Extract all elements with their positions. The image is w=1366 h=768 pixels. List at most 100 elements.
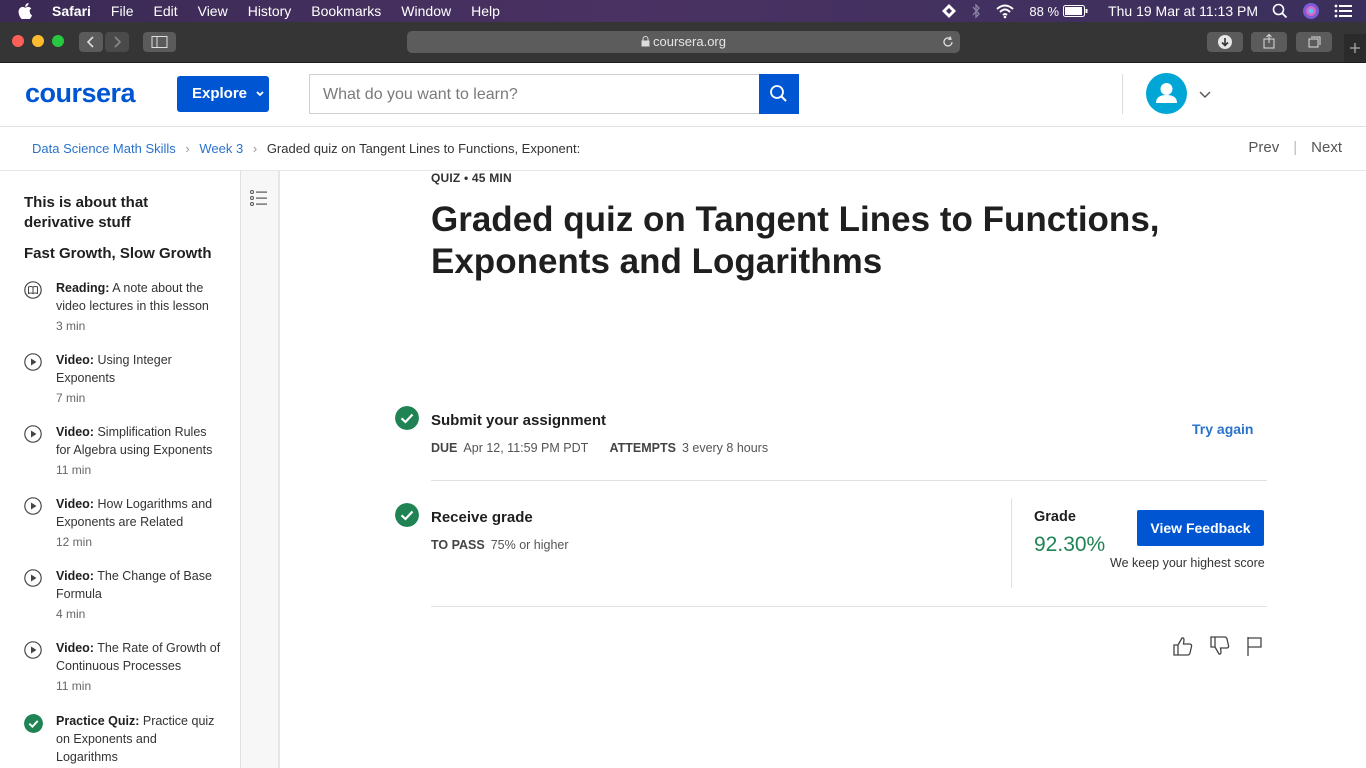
breadcrumb-week[interactable]: Week 3	[199, 141, 243, 156]
page-title: Graded quiz on Tangent Lines to Function…	[431, 200, 1160, 281]
item-type: Video:	[56, 569, 94, 583]
next-link[interactable]: Next	[1311, 139, 1342, 156]
course-sidebar: This is about that derivative stuff Fast…	[0, 171, 241, 768]
notification-center-icon[interactable]	[1334, 4, 1352, 18]
flag-icon[interactable]	[1244, 635, 1266, 657]
breadcrumb-chevron-icon: ›	[185, 141, 190, 156]
dropbox-icon[interactable]	[941, 3, 957, 19]
highest-score-note: We keep your highest score	[1110, 556, 1265, 570]
safari-toolbar: coursera.org	[0, 22, 1366, 63]
due-label: DUE	[431, 441, 458, 455]
item-type: Video:	[56, 425, 94, 439]
nav-divider: |	[1293, 139, 1298, 156]
item-type: Video:	[56, 497, 94, 511]
spotlight-search-icon[interactable]	[1272, 3, 1288, 19]
battery-percentage: 88 %	[1029, 3, 1060, 19]
submit-title: Submit your assignment	[431, 412, 607, 429]
item-duration: 4 min	[56, 607, 86, 621]
new-tab-button[interactable]	[1344, 34, 1366, 62]
forward-button[interactable]	[105, 32, 129, 52]
item-duration: 3 min	[56, 319, 86, 333]
divider	[431, 480, 1267, 481]
search-icon	[770, 85, 787, 102]
tabs-icon	[1308, 36, 1321, 48]
receive-grade-title: Receive grade	[431, 509, 533, 526]
menu-view[interactable]: View	[198, 0, 228, 22]
back-button[interactable]	[79, 32, 103, 52]
quiz-main: QUIZ • 45 MIN Graded quiz on Tangent Lin…	[280, 171, 1366, 768]
grade-label: Grade	[1034, 509, 1076, 525]
bluetooth-icon[interactable]	[971, 3, 981, 19]
header-divider	[1122, 74, 1123, 114]
sidebar-toggle-button[interactable]	[143, 32, 176, 52]
menu-app-safari[interactable]: Safari	[52, 0, 91, 22]
play-icon	[24, 569, 42, 587]
breadcrumb-chevron-icon: ›	[252, 141, 258, 156]
search-button[interactable]	[759, 74, 799, 114]
battery-icon[interactable]	[1063, 5, 1088, 17]
tab-overview-button[interactable]	[1296, 32, 1332, 52]
item-duration: 7 min	[56, 391, 86, 405]
quiz-kicker: QUIZ • 45 MIN	[431, 171, 512, 185]
item-duration: 11 min	[56, 679, 92, 693]
lock-icon	[641, 36, 650, 47]
lesson-title: This is about that derivative stuff	[24, 194, 149, 231]
item-type: Video:	[56, 353, 94, 367]
item-duration: 12 min	[56, 535, 93, 549]
view-feedback-button[interactable]: View Feedback	[1137, 510, 1264, 546]
menu-help[interactable]: Help	[471, 0, 500, 22]
to-pass-label: TO PASS	[431, 538, 485, 552]
item-type: Video:	[56, 641, 94, 655]
explore-button[interactable]: Explore	[177, 76, 269, 112]
close-window-button[interactable]	[12, 35, 24, 47]
avatar[interactable]	[1146, 73, 1187, 114]
menu-clock[interactable]: Thu 19 Mar at 11:13 PM	[1108, 3, 1258, 19]
lesson-group-title: Fast Growth, Slow Growth	[24, 245, 212, 262]
wifi-icon[interactable]	[995, 3, 1015, 19]
plus-icon	[1350, 43, 1360, 53]
account-chevron-down-icon[interactable]	[1198, 90, 1212, 100]
sidebar-icon	[151, 36, 168, 48]
site-header: coursera Explore	[0, 62, 1366, 127]
share-button[interactable]	[1251, 32, 1287, 52]
zoom-window-button[interactable]	[52, 35, 64, 47]
list-outline-icon[interactable]	[250, 190, 268, 206]
coursera-logo[interactable]: coursera	[25, 78, 136, 109]
search-input[interactable]	[321, 75, 745, 115]
prev-next-nav: Prev | Next	[1248, 139, 1342, 156]
address-bar[interactable]: coursera.org	[407, 31, 960, 53]
explore-label: Explore	[192, 85, 248, 102]
menu-edit[interactable]: Edit	[153, 0, 177, 22]
downloads-button[interactable]	[1207, 32, 1243, 52]
share-icon	[1263, 33, 1275, 49]
prev-link[interactable]: Prev	[1248, 139, 1279, 156]
breadcrumb-current: Graded quiz on Tangent Lines to Function…	[266, 141, 581, 156]
outline-rail	[241, 171, 280, 768]
menu-history[interactable]: History	[248, 0, 292, 22]
grade-check-icon	[395, 503, 419, 527]
play-icon	[24, 425, 42, 443]
breadcrumb-course[interactable]: Data Science Math Skills	[32, 141, 176, 156]
reload-icon[interactable]	[942, 36, 954, 48]
due-value: Apr 12, 11:59 PM PDT	[463, 441, 589, 455]
minimize-window-button[interactable]	[32, 35, 44, 47]
chevron-right-icon	[114, 36, 122, 48]
apple-icon[interactable]	[18, 3, 32, 19]
thumbs-up-icon[interactable]	[1172, 635, 1194, 657]
item-type: Reading:	[56, 281, 110, 295]
divider	[431, 606, 1267, 607]
try-again-button[interactable]: Try again	[1192, 421, 1253, 437]
play-icon	[24, 353, 42, 371]
thumbs-down-icon[interactable]	[1209, 635, 1231, 657]
siri-icon[interactable]	[1302, 2, 1320, 20]
submit-meta: DUE Apr 12, 11:59 PM PDT ATTEMPTS 3 every …	[431, 441, 768, 455]
menu-file[interactable]: File	[111, 0, 134, 22]
grade-divider	[1011, 498, 1012, 588]
item-type: Practice Quiz:	[56, 714, 140, 728]
menu-window[interactable]: Window	[401, 0, 451, 22]
chevron-left-icon	[86, 36, 94, 48]
attempts-label: ATTEMPTS	[609, 441, 676, 455]
book-icon	[24, 281, 42, 299]
breadcrumb: Data Science Math Skills › Week 3 › Grad…	[32, 141, 580, 156]
menu-bookmarks[interactable]: Bookmarks	[311, 0, 381, 22]
